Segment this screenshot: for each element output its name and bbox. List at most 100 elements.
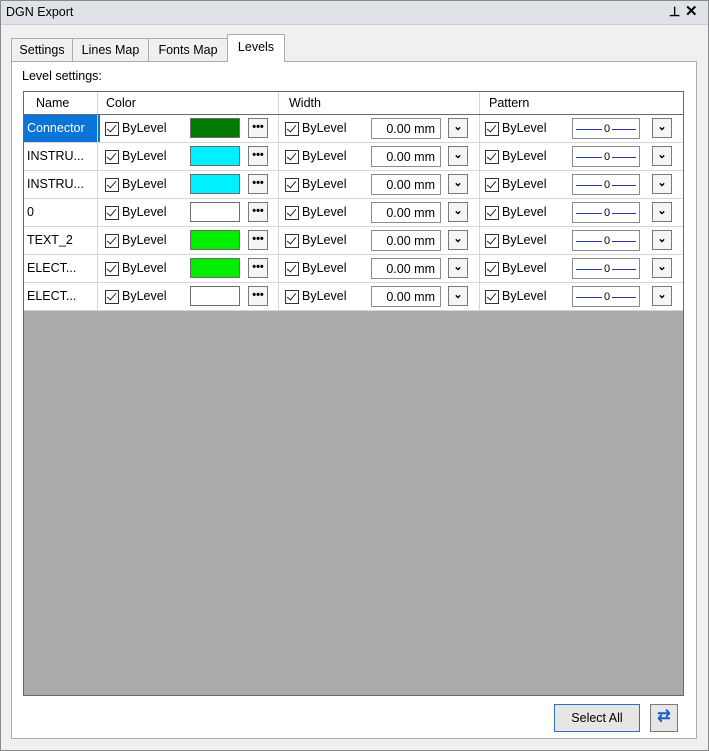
cell-divider: [278, 115, 279, 142]
color-bylevel-checkbox[interactable]: [105, 178, 119, 192]
color-bylevel-checkbox[interactable]: [105, 122, 119, 136]
ellipsis-icon[interactable]: •••: [248, 230, 268, 250]
refresh-icon[interactable]: ⇄: [650, 704, 678, 732]
width-bylevel-label: ByLevel: [302, 121, 347, 135]
ellipsis-icon[interactable]: •••: [248, 258, 268, 278]
chevron-down-icon[interactable]: ⌄: [652, 202, 672, 222]
width-value-field[interactable]: 0.00 mm: [371, 118, 441, 139]
width-bylevel-checkbox[interactable]: [285, 150, 299, 164]
ellipsis-icon[interactable]: •••: [248, 202, 268, 222]
pattern-preview[interactable]: 0: [572, 230, 640, 251]
color-swatch[interactable]: [190, 258, 240, 278]
color-swatch[interactable]: [190, 174, 240, 194]
chevron-down-icon[interactable]: ⌄: [448, 174, 468, 194]
chevron-down-icon[interactable]: ⌄: [448, 118, 468, 138]
pattern-preview[interactable]: 0: [572, 202, 640, 223]
pattern-bylevel-label: ByLevel: [502, 261, 547, 275]
color-bylevel-checkbox[interactable]: [105, 206, 119, 220]
header-name[interactable]: Name: [36, 92, 69, 114]
table-row[interactable]: INSTRU... ByLevel ••• ByLevel 0.00 mm ⌄ ByLeve…: [24, 143, 683, 171]
level-name-cell[interactable]: TEXT_2: [24, 227, 100, 254]
width-bylevel-checkbox[interactable]: [285, 206, 299, 220]
chevron-down-icon[interactable]: ⌄: [448, 202, 468, 222]
ellipsis-icon[interactable]: •••: [248, 118, 268, 138]
color-bylevel-label: ByLevel: [122, 205, 167, 219]
table-row[interactable]: ELECT... ByLevel ••• ByLevel 0.00 mm ⌄ ByLevel…: [24, 255, 683, 283]
pattern-bylevel-checkbox[interactable]: [485, 122, 499, 136]
width-value-field[interactable]: 0.00 mm: [371, 146, 441, 167]
chevron-down-icon[interactable]: ⌄: [652, 174, 672, 194]
width-value-field[interactable]: 0.00 mm: [371, 286, 441, 307]
table-row[interactable]: INSTRU... ByLevel ••• ByLevel 0.00 mm ⌄ ByLeve…: [24, 171, 683, 199]
pattern-preview[interactable]: 0: [572, 174, 640, 195]
header-divider: [278, 92, 279, 114]
pattern-bylevel-checkbox[interactable]: [485, 178, 499, 192]
chevron-down-icon[interactable]: ⌄: [652, 118, 672, 138]
color-bylevel-checkbox[interactable]: [105, 262, 119, 276]
width-bylevel-checkbox[interactable]: [285, 178, 299, 192]
width-value-field[interactable]: 0.00 mm: [371, 258, 441, 279]
chevron-down-icon[interactable]: ⌄: [448, 146, 468, 166]
pattern-bylevel-checkbox[interactable]: [485, 262, 499, 276]
pattern-bylevel-checkbox[interactable]: [485, 234, 499, 248]
color-swatch[interactable]: [190, 146, 240, 166]
width-value-field[interactable]: 0.00 mm: [371, 202, 441, 223]
chevron-down-icon[interactable]: ⌄: [652, 230, 672, 250]
color-swatch[interactable]: [190, 286, 240, 306]
chevron-down-icon[interactable]: ⌄: [652, 258, 672, 278]
header-color[interactable]: Color: [106, 92, 136, 114]
width-bylevel-checkbox[interactable]: [285, 234, 299, 248]
header-width[interactable]: Width: [289, 92, 321, 114]
cell-divider: [97, 199, 98, 226]
color-bylevel-checkbox[interactable]: [105, 150, 119, 164]
chevron-down-icon[interactable]: ⌄: [448, 230, 468, 250]
ellipsis-icon[interactable]: •••: [248, 286, 268, 306]
pattern-bylevel-checkbox[interactable]: [485, 290, 499, 304]
width-bylevel-checkbox[interactable]: [285, 290, 299, 304]
tab-levels[interactable]: Levels: [227, 34, 285, 62]
width-bylevel-checkbox[interactable]: [285, 122, 299, 136]
pattern-preview[interactable]: 0: [572, 258, 640, 279]
chevron-down-icon[interactable]: ⌄: [448, 286, 468, 306]
table-row[interactable]: Connector ByLevel ••• ByLevel 0.00 mm ⌄ ByLeve…: [24, 115, 683, 143]
tab-fonts-map[interactable]: Fonts Map: [148, 38, 228, 61]
color-bylevel-label: ByLevel: [122, 289, 167, 303]
pattern-preview[interactable]: 0: [572, 146, 640, 167]
chevron-down-icon[interactable]: ⌄: [448, 258, 468, 278]
ellipsis-icon[interactable]: •••: [248, 146, 268, 166]
width-value-field[interactable]: 0.00 mm: [371, 174, 441, 195]
level-name-cell[interactable]: INSTRU...: [24, 171, 100, 198]
tab-lines-map[interactable]: Lines Map: [72, 38, 149, 61]
chevron-down-icon[interactable]: ⌄: [652, 146, 672, 166]
width-value-field[interactable]: 0.00 mm: [371, 230, 441, 251]
levels-grid[interactable]: Name Color Width Pattern Connector ByLeve…: [23, 91, 684, 696]
tab-settings[interactable]: Settings: [11, 38, 73, 61]
pattern-bylevel-checkbox[interactable]: [485, 206, 499, 220]
select-all-button[interactable]: Select All: [554, 704, 640, 732]
pattern-preview[interactable]: 0: [572, 118, 640, 139]
level-name-cell[interactable]: ELECT...: [24, 255, 100, 282]
color-bylevel-label: ByLevel: [122, 177, 167, 191]
chevron-down-icon[interactable]: ⌄: [652, 286, 672, 306]
color-swatch[interactable]: [190, 230, 240, 250]
color-swatch[interactable]: [190, 118, 240, 138]
pattern-preview[interactable]: 0: [572, 286, 640, 307]
level-name-cell[interactable]: ELECT...: [24, 283, 100, 310]
width-bylevel-checkbox[interactable]: [285, 262, 299, 276]
close-icon[interactable]: ✕: [685, 2, 698, 20]
level-name-cell[interactable]: Connector: [24, 115, 100, 142]
header-divider: [97, 92, 98, 114]
level-name-cell[interactable]: INSTRU...: [24, 143, 100, 170]
color-swatch[interactable]: [190, 202, 240, 222]
header-pattern[interactable]: Pattern: [489, 92, 529, 114]
table-row[interactable]: TEXT_2 ByLevel ••• ByLevel 0.00 mm ⌄ ByLevel 0 ⌄: [24, 227, 683, 255]
level-name-cell[interactable]: 0: [24, 199, 100, 226]
pattern-bylevel-checkbox[interactable]: [485, 150, 499, 164]
table-row[interactable]: ELECT... ByLevel ••• ByLevel 0.00 mm ⌄ ByLevel…: [24, 283, 683, 311]
pattern-bylevel-label: ByLevel: [502, 121, 547, 135]
pin-icon[interactable]: ⊥: [669, 4, 680, 20]
color-bylevel-checkbox[interactable]: [105, 234, 119, 248]
ellipsis-icon[interactable]: •••: [248, 174, 268, 194]
table-row[interactable]: 0 ByLevel ••• ByLevel 0.00 mm ⌄ ByLevel 0 ⌄: [24, 199, 683, 227]
color-bylevel-checkbox[interactable]: [105, 290, 119, 304]
